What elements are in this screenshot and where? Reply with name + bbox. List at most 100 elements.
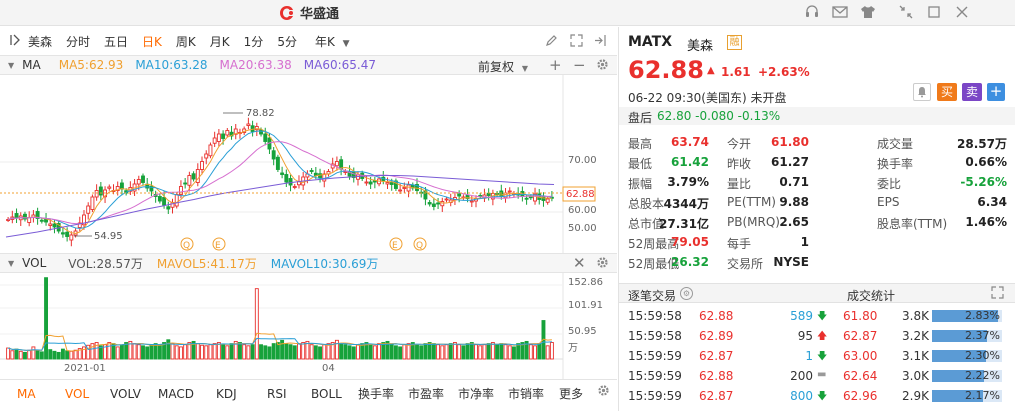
tab-1min[interactable]: 1分: [244, 33, 264, 50]
tab-yearly-k[interactable]: 年K ▼: [315, 33, 350, 50]
shrink-icon[interactable]: [898, 4, 914, 20]
indicator-tab-vol[interactable]: VOL: [65, 387, 89, 401]
gear-icon[interactable]: [597, 384, 610, 400]
tab-yearly-label: 年K: [314, 34, 335, 49]
quote-panel: MATX 美森 融 62.88 ▲ 1.61 +2.63% 06-22 09:3…: [618, 27, 1015, 411]
bell-icon[interactable]: [913, 83, 931, 101]
stat-value: 3.79%: [667, 175, 709, 189]
minus-icon[interactable]: −: [573, 56, 586, 74]
stock-name-tab[interactable]: 美森: [28, 33, 52, 50]
indicator-tab-macd[interactable]: MACD: [158, 387, 194, 401]
indicator-tab-pe[interactable]: 市盈率: [408, 385, 444, 402]
tab-monthly-k[interactable]: 月K: [210, 33, 230, 50]
vol-tick-3: 50.95: [568, 326, 597, 337]
trade-stats-header: 逐笔交易 ⚙ 成交统计: [619, 283, 1015, 303]
candle: [86, 202, 91, 220]
candle: [90, 194, 95, 212]
volume-bar: [259, 344, 263, 360]
indicator-tab-boll[interactable]: BOLL: [311, 387, 342, 401]
buy-button[interactable]: 买: [937, 83, 957, 101]
volume-bar: [145, 346, 150, 360]
volume-bar: [486, 343, 491, 360]
volume-bar: [545, 345, 550, 360]
pen-icon[interactable]: [545, 34, 558, 50]
stat-title: 成交统计: [847, 289, 896, 303]
volume-bar: [204, 345, 209, 360]
trade-volume: 200: [790, 369, 813, 383]
volume-bar: [48, 349, 53, 360]
last-price: 62.88: [628, 56, 704, 84]
indicator-tab-more[interactable]: 更多: [559, 385, 583, 402]
candle: [326, 169, 331, 177]
margin-badge: 融: [727, 35, 742, 50]
indicator-tab-kdj[interactable]: KDJ: [216, 387, 237, 401]
gear-icon[interactable]: [596, 256, 609, 272]
candle: [440, 197, 445, 212]
candle-series: [6, 117, 554, 247]
candle: [486, 188, 491, 201]
tab-daily-k[interactable]: 日K: [142, 33, 162, 50]
volume-bar: [39, 351, 44, 360]
expand-icon[interactable]: [570, 34, 583, 50]
indicator-tab-pb[interactable]: 市净率: [458, 385, 494, 402]
volume-bar: [482, 344, 487, 360]
mavol10-value: MAVOL10:30.69万: [270, 256, 379, 271]
market-time-status: 06-22 09:30(美国东) 未开盘: [628, 91, 787, 105]
mail-icon[interactable]: [832, 4, 848, 20]
collapse-vol-icon[interactable]: ▼: [8, 259, 14, 268]
indicator-tab-turnover[interactable]: 换手率: [358, 385, 394, 402]
tab-5min[interactable]: 5分: [277, 33, 297, 50]
candle: [275, 154, 280, 172]
direction-icon: 🡇: [817, 311, 828, 322]
candle: [69, 231, 74, 247]
indicator-tab-ma[interactable]: MA: [17, 387, 36, 401]
headset-icon[interactable]: [804, 4, 820, 20]
trade-time: 15:59:58: [628, 309, 682, 323]
indicator-tab-rsi[interactable]: RSI: [267, 387, 287, 401]
sell-button[interactable]: 卖: [962, 83, 982, 101]
stat-value: 6.34: [977, 195, 1007, 209]
trade-time: 15:59:58: [628, 329, 682, 343]
stat-price: 62.87: [843, 329, 878, 343]
volume-bar: [469, 342, 474, 360]
panel-toggle-icon[interactable]: [10, 34, 22, 49]
vol-legend-bar: ▼ VOL VOL:28.57万 MAVOL5:41.17万 MAVOL10:3…: [0, 253, 617, 273]
indicator-tab-volv[interactable]: VOLV: [110, 387, 141, 401]
volume-bar: [528, 344, 533, 360]
volume-bar: [533, 345, 537, 360]
volume-bar: [271, 343, 276, 360]
volume-bar: [356, 344, 360, 360]
collapse-ma-icon[interactable]: ▼: [8, 61, 14, 70]
candle: [436, 198, 441, 209]
trade-time: 15:59:59: [628, 369, 682, 383]
tab-intraday[interactable]: 分时: [66, 33, 90, 50]
vol-tick-2: 101.91: [568, 300, 603, 311]
close-vol-icon[interactable]: ✕: [573, 254, 586, 272]
close-icon[interactable]: [954, 4, 970, 20]
candle: [503, 188, 508, 203]
volume-bar: [115, 346, 120, 360]
volume-bar: [288, 344, 293, 360]
expand-icon[interactable]: [991, 286, 1004, 302]
volume-bar: [537, 343, 542, 360]
add-watchlist-button[interactable]: +: [987, 83, 1005, 101]
shirt-icon[interactable]: [860, 4, 876, 20]
chart-area: 美森 分时 五日 日K 周K 月K 1分 5分 年K ▼ ▼ MA MA5:62…: [0, 27, 617, 411]
volume-bar: [326, 343, 331, 360]
indicator-tab-ps[interactable]: 市销率: [508, 385, 544, 402]
volume-bar: [267, 346, 272, 360]
tab-weekly-k[interactable]: 周K: [176, 33, 196, 50]
candle: [229, 126, 234, 140]
collapse-panel-icon[interactable]: [594, 34, 607, 50]
gear-icon[interactable]: ⚙: [680, 287, 693, 300]
volume-bar: [313, 345, 318, 360]
gear-icon[interactable]: [596, 58, 609, 74]
candle: [381, 171, 386, 185]
volume-bar: [250, 344, 255, 360]
volume-bar: [56, 351, 61, 360]
trade-price: 62.89: [699, 329, 734, 343]
plus-icon[interactable]: +: [549, 56, 562, 74]
maximize-icon[interactable]: [926, 4, 942, 20]
adjust-select[interactable]: 前复权 ▼: [478, 58, 528, 75]
tab-five-day[interactable]: 五日: [104, 33, 128, 50]
